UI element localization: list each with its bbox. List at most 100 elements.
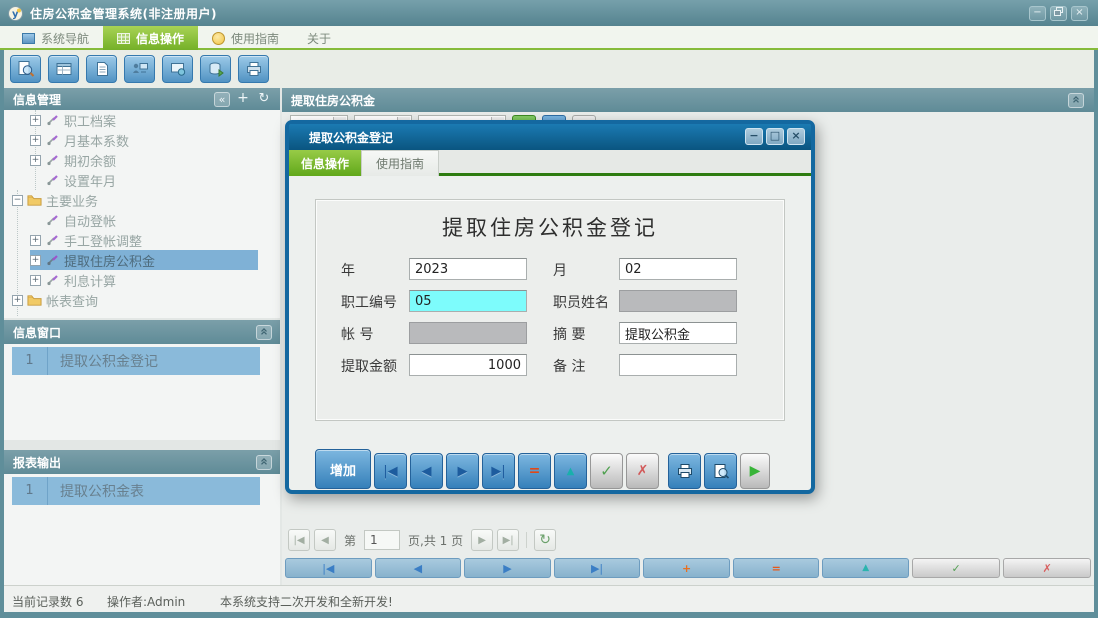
record-confirm-button[interactable]: ✓ (912, 558, 1000, 578)
tree-item-account-report-query[interactable]: 帐表查询 (4, 290, 280, 310)
page-total-label: 页,共 1 页 (408, 532, 463, 549)
form-view-button[interactable] (48, 55, 79, 83)
record-button-bar: |◀ ◀ ▶ ▶| + = ▲ ✓ ✗ (285, 558, 1091, 578)
summary-field[interactable] (619, 322, 737, 344)
dialog-tabbar: 信息操作 使用指南 (289, 150, 811, 176)
tool-icon (45, 113, 60, 127)
record-prev-button[interactable]: ◀ (375, 558, 462, 578)
search-records-button[interactable] (10, 55, 41, 83)
expand-icon[interactable] (12, 295, 23, 306)
tree-item-main-business[interactable]: 主要业务 (4, 190, 280, 210)
collapse-left-icon[interactable]: « (214, 92, 230, 107)
tree-item-auto-posting[interactable]: 自动登帐 (4, 210, 280, 230)
tree-item-set-year-month[interactable]: 设置年月 (4, 170, 280, 190)
year-field[interactable] (409, 258, 527, 280)
print-report-button[interactable] (668, 453, 701, 489)
next-page-button[interactable]: ▶ (471, 529, 493, 551)
last-page-button[interactable]: ▶| (497, 529, 519, 551)
tree-item-monthly-coefficient[interactable]: 月基本系数 (4, 130, 280, 150)
tool-icon (45, 133, 60, 147)
dialog-minimize-button[interactable]: − (745, 128, 763, 145)
expand-icon[interactable] (30, 115, 41, 126)
data-export-button[interactable] (200, 55, 231, 83)
year-label: 年 (341, 260, 355, 280)
expand-icon[interactable] (30, 235, 41, 246)
account-field (409, 322, 527, 344)
remark-field[interactable] (619, 354, 737, 376)
record-add-button[interactable]: + (643, 558, 730, 578)
first-page-button[interactable]: |◀ (288, 529, 310, 551)
print-button[interactable] (238, 55, 269, 83)
preview-button[interactable] (704, 453, 737, 489)
withdraw-register-dialog: 提取公积金登记 − □ × 信息操作 使用指南 提取住房公积金登记 年 月 (285, 120, 815, 494)
statusbar: 当前记录数 6 操作者:Admin 本系统支持二次开发和全新开发! (4, 585, 1094, 612)
record-edit-button[interactable]: ▲ (822, 558, 909, 578)
list-item-withdraw-fund-register[interactable]: 1 提取公积金登记 (12, 347, 260, 375)
tree-item-withdraw-housing-fund[interactable]: 提取住房公积金 (4, 250, 280, 270)
expand-icon[interactable] (30, 135, 41, 146)
window-close-button[interactable]: × (1071, 6, 1088, 21)
expand-icon[interactable] (30, 155, 41, 166)
info-window-list: 1 提取公积金登记 (4, 344, 280, 440)
refresh-icon[interactable]: ↻ (256, 92, 272, 107)
last-record-button[interactable]: ▶| (482, 453, 515, 489)
collapse-icon[interactable] (12, 195, 23, 206)
tab-system-navigation[interactable]: 系统导航 (8, 26, 103, 50)
confirm-button[interactable]: ✓ (590, 453, 623, 489)
employee-name-field (619, 290, 737, 312)
tool-icon (45, 233, 60, 247)
month-field[interactable] (619, 258, 737, 280)
refresh-page-icon[interactable]: ↻ (534, 529, 556, 551)
expand-icon[interactable] (30, 275, 41, 286)
document-button[interactable] (86, 55, 117, 83)
next-record-button[interactable]: ▶ (446, 453, 479, 489)
prev-record-button[interactable]: ◀ (410, 453, 443, 489)
prev-page-button[interactable]: ◀ (314, 529, 336, 551)
first-record-button[interactable]: |◀ (374, 453, 407, 489)
window-restore-button[interactable] (1050, 6, 1067, 21)
dialog-tab-info-operation[interactable]: 信息操作 (289, 150, 361, 176)
form-icon (55, 61, 73, 77)
record-delete-button[interactable]: = (733, 558, 820, 578)
window-minimize-button[interactable]: − (1029, 6, 1046, 21)
record-last-button[interactable]: ▶| (554, 558, 641, 578)
tree-item-manual-posting-adjust[interactable]: 手工登帐调整 (4, 230, 280, 250)
tree-item-interest-calculation[interactable]: 利息计算 (4, 270, 280, 290)
add-button[interactable]: 增加 (315, 449, 371, 489)
dialog-titlebar[interactable]: 提取公积金登记 − □ × (289, 124, 811, 150)
separator (526, 532, 527, 548)
page-input[interactable] (364, 530, 400, 550)
edit-record-button[interactable]: ▲ (554, 453, 587, 489)
record-next-button[interactable]: ▶ (464, 558, 551, 578)
list-item-withdraw-fund-report[interactable]: 1 提取公积金表 (12, 477, 260, 505)
collapse-up-icon[interactable] (256, 455, 272, 470)
dialog-tab-user-guide[interactable]: 使用指南 (361, 150, 439, 176)
tree-item-opening-balance[interactable]: 期初余额 (4, 150, 280, 170)
report-output-list: 1 提取公积金表 (4, 474, 280, 585)
add-icon[interactable]: + (235, 92, 251, 107)
screen-view-button[interactable] (162, 55, 193, 83)
record-first-button[interactable]: |◀ (285, 558, 372, 578)
tree-item-employee-file[interactable]: 职工档案 (4, 110, 280, 130)
window-title: 住房公积金管理系统(非注册用户) (30, 5, 217, 22)
user-management-button[interactable] (124, 55, 155, 83)
amount-field[interactable] (409, 354, 527, 376)
tab-info-operation[interactable]: 信息操作 (103, 26, 198, 50)
dialog-maximize-button[interactable]: □ (766, 128, 784, 145)
operator-label: 操作者:Admin (107, 593, 185, 610)
record-cancel-button[interactable]: ✗ (1003, 558, 1091, 578)
dialog-body: 提取住房公积金登记 年 月 职工编号 职员姓名 帐 号 摘 要 (289, 176, 811, 489)
tab-about[interactable]: 关于 (293, 26, 345, 50)
cancel-button[interactable]: ✗ (626, 453, 659, 489)
collapse-up-icon[interactable] (1068, 93, 1084, 108)
tool-icon (45, 153, 60, 167)
delete-record-button[interactable]: = (518, 453, 551, 489)
run-button[interactable]: ▶ (740, 453, 770, 489)
collapse-up-icon[interactable] (256, 325, 272, 340)
tab-user-guide[interactable]: 使用指南 (198, 26, 293, 50)
expand-icon[interactable] (30, 255, 41, 266)
tool-icon (45, 273, 60, 287)
dialog-close-button[interactable]: × (787, 128, 805, 145)
user-computer-icon (131, 61, 149, 77)
employee-no-field[interactable] (409, 290, 527, 312)
